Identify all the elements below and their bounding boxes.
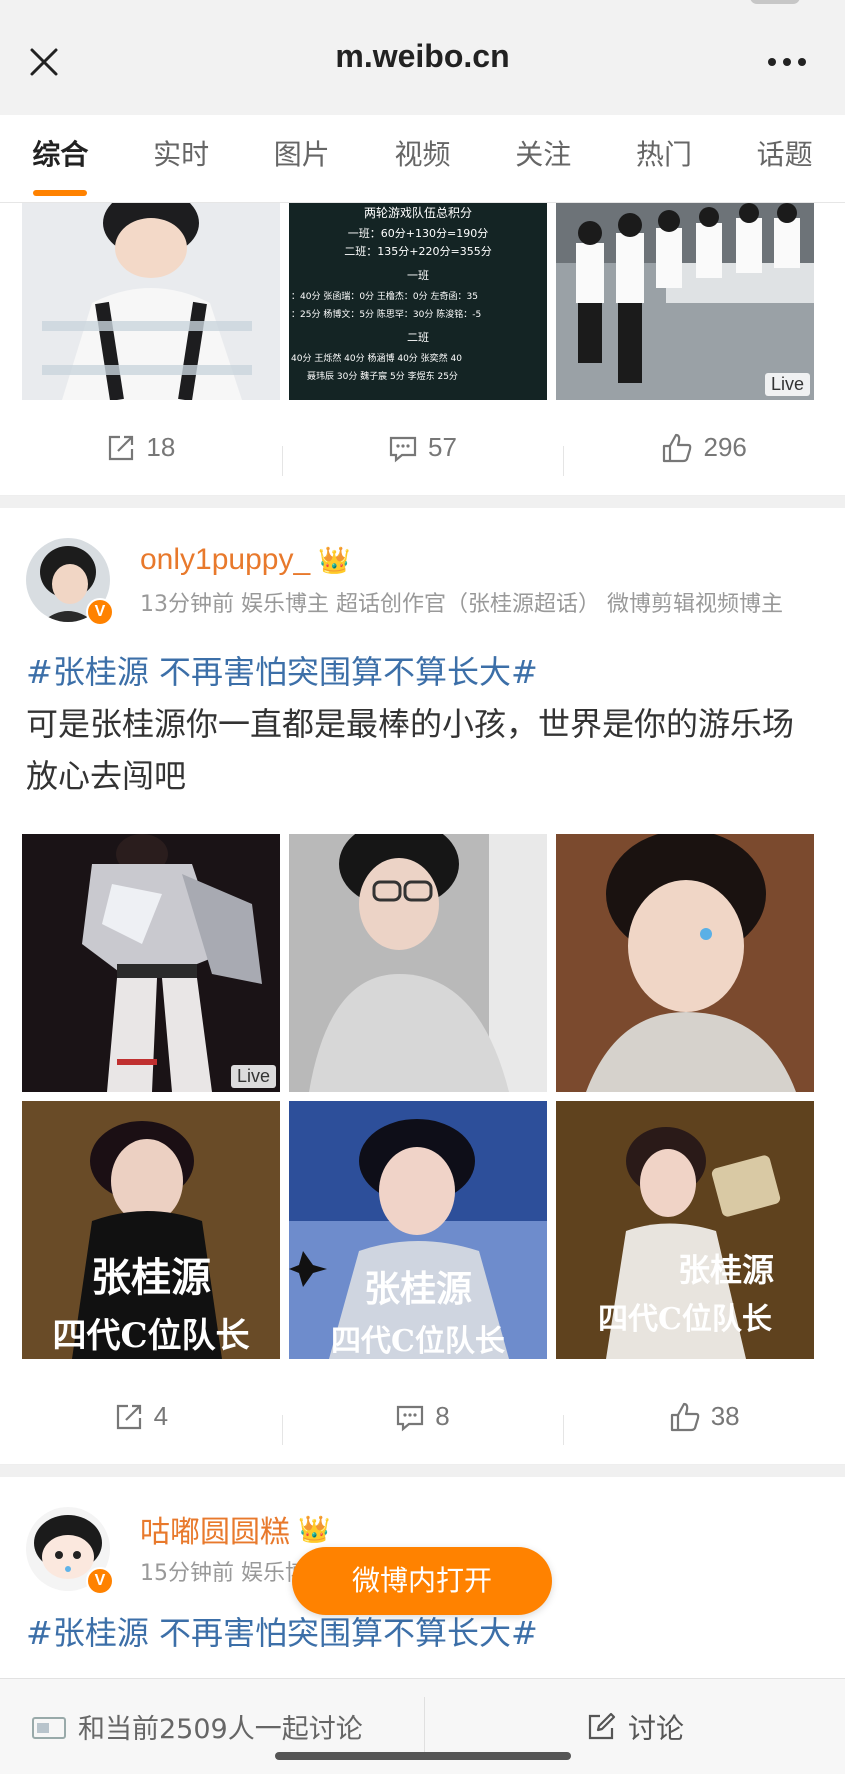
username: only1puppy_ bbox=[140, 543, 311, 576]
poster-title: 张桂源 bbox=[678, 1251, 774, 1289]
post-image-poster[interactable]: 张桂源 四代C位队长 bbox=[22, 1101, 280, 1359]
tab-images[interactable]: 图片 bbox=[241, 115, 362, 202]
poster-title: 张桂源 bbox=[364, 1268, 472, 1310]
username-link[interactable]: 咕嘟圆圆糕 👑 bbox=[140, 1507, 819, 1551]
poster-subtitle: 四代C位队长 bbox=[52, 1316, 249, 1356]
comment-count: 8 bbox=[435, 1401, 450, 1431]
discuss-prompt-text: 和当前2509人一起讨论 bbox=[78, 1714, 363, 1745]
chat-icon bbox=[32, 1716, 66, 1739]
post-image-poster[interactable]: 张桂源 四代C位队长 bbox=[556, 1101, 814, 1359]
score-title: 两轮游戏队伍总积分 bbox=[364, 205, 472, 220]
tab-topics[interactable]: 话题 bbox=[724, 115, 845, 202]
score-row: ：40分 张函瑞：0分 王橹杰：0分 左奇函：35 bbox=[291, 290, 478, 302]
user-info: only1puppy_ 👑 13分钟前 娱乐博主 超话创作官（张桂源超话） 微博… bbox=[140, 538, 819, 638]
comment-icon bbox=[389, 436, 417, 462]
page-url: m.weibo.cn bbox=[335, 38, 510, 74]
score-section: 一班 bbox=[407, 269, 429, 282]
image-row: 两轮游戏队伍总积分 一班：60分+130分=190分 二班：135分+220分=… bbox=[0, 203, 845, 400]
verified-icon: V bbox=[86, 1567, 114, 1595]
thumb-up-icon bbox=[663, 433, 692, 462]
like-count: 296 bbox=[703, 432, 747, 462]
thumb-up-icon bbox=[670, 1402, 700, 1431]
weibo-page: m.weibo.cn 综合 实时 图片 视频 关注 热门 话题 两轮游戏队伍总积… bbox=[0, 0, 845, 1774]
hashtag-link[interactable]: #张桂源 不再害怕突围算不算长大# bbox=[26, 646, 819, 698]
score-row: ：25分 杨博文：5分 陈思罕：30分 陈浚铭：-5 bbox=[291, 308, 481, 320]
post-separator bbox=[0, 496, 845, 508]
poster-title: 张桂源 bbox=[91, 1254, 211, 1301]
avatar[interactable]: V bbox=[26, 1507, 114, 1595]
tab-realtime[interactable]: 实时 bbox=[121, 115, 242, 202]
live-badge: Live bbox=[230, 1065, 276, 1088]
open-in-weibo-button[interactable]: 微博内打开 bbox=[292, 1547, 552, 1615]
post-image-poster[interactable]: 张桂源 四代C位队长 bbox=[289, 1101, 547, 1359]
post-image[interactable] bbox=[22, 203, 280, 400]
score-row: 40分 王烁然 40分 杨涵博 40分 张奕然 40 bbox=[291, 352, 462, 364]
post-body: 可是张桂源你一直都是最棒的小孩，世界是你的游乐场放心去闯吧 bbox=[26, 705, 795, 795]
post-separator bbox=[0, 1465, 845, 1477]
home-indicator bbox=[275, 1752, 571, 1760]
score-row: 聂玮辰 30分 魏子宸 5分 李煜东 25分 bbox=[307, 370, 458, 382]
prev-post: 两轮游戏队伍总积分 一班：60分+130分=190分 二班：135分+220分=… bbox=[0, 203, 845, 496]
like-button[interactable]: 38 bbox=[563, 1401, 845, 1445]
post-text: #张桂源 不再害怕突围算不算长大# 可是张桂源你一直都是最棒的小孩，世界是你的游… bbox=[0, 638, 845, 802]
post-image[interactable] bbox=[556, 834, 814, 1092]
discuss-button-label: 讨论 bbox=[627, 1711, 684, 1745]
tab-following[interactable]: 关注 bbox=[483, 115, 604, 202]
post-image[interactable] bbox=[289, 834, 547, 1092]
search-tabs: 综合 实时 图片 视频 关注 热门 话题 bbox=[0, 115, 845, 203]
poster-subtitle: 四代C位队长 bbox=[331, 1324, 505, 1359]
status-indicator bbox=[750, 0, 800, 4]
like-button[interactable]: 296 bbox=[563, 432, 845, 476]
crown-icon: 👑 bbox=[318, 544, 351, 575]
post-images: Live 张桂源 四代C位队长 张桂源 四代C位队长 张桂源 四代C位队长 bbox=[0, 802, 845, 1359]
tab-comprehensive[interactable]: 综合 bbox=[0, 115, 121, 202]
comment-button[interactable]: 57 bbox=[281, 432, 564, 476]
tab-videos[interactable]: 视频 bbox=[362, 115, 483, 202]
action-bar: 18 57 296 bbox=[0, 400, 845, 496]
comment-count: 57 bbox=[428, 432, 457, 462]
repost-button[interactable]: 18 bbox=[0, 432, 282, 463]
image-row: Live bbox=[0, 834, 845, 1092]
discuss-prompt[interactable]: 和当前2509人一起讨论 bbox=[0, 1696, 425, 1757]
post-image-score-table[interactable]: 两轮游戏队伍总积分 一班：60分+130分=190分 二班：135分+220分=… bbox=[289, 203, 547, 400]
comment-icon bbox=[397, 1405, 424, 1431]
repost-icon bbox=[109, 435, 134, 460]
repost-icon bbox=[116, 1404, 141, 1429]
discuss-button[interactable]: 讨论 bbox=[425, 1707, 845, 1747]
poster-subtitle: 四代C位队长 bbox=[598, 1302, 772, 1337]
score-section: 二班 bbox=[407, 331, 429, 344]
more-icon[interactable] bbox=[757, 38, 817, 86]
username-link[interactable]: only1puppy_ 👑 bbox=[140, 538, 819, 582]
post-header: V only1puppy_ 👑 13分钟前 娱乐博主 超话创作官（张桂源超话） … bbox=[0, 508, 845, 638]
post-card: V only1puppy_ 👑 13分钟前 娱乐博主 超话创作官（张桂源超话） … bbox=[0, 508, 845, 1465]
score-line: 二班：135分+220分=355分 bbox=[344, 245, 491, 258]
edit-icon bbox=[588, 1712, 616, 1739]
username: 咕嘟圆圆糕 bbox=[140, 1516, 290, 1549]
live-badge: Live bbox=[764, 373, 810, 396]
comment-button[interactable]: 8 bbox=[281, 1401, 564, 1445]
feed: 两轮游戏队伍总积分 一班：60分+130分=190分 二班：135分+220分=… bbox=[0, 203, 845, 1659]
action-bar: 4 8 38 bbox=[0, 1369, 845, 1465]
like-count: 38 bbox=[710, 1401, 740, 1431]
repost-count: 4 bbox=[153, 1401, 169, 1431]
repost-count: 18 bbox=[146, 432, 176, 462]
post-meta: 13分钟前 娱乐博主 超话创作官（张桂源超话） 微博剪辑视频博主 bbox=[140, 592, 783, 617]
post-image[interactable]: Live bbox=[556, 203, 814, 400]
verified-icon: V bbox=[86, 598, 114, 626]
score-line: 一班：60分+130分=190分 bbox=[348, 227, 488, 240]
post-image[interactable]: Live bbox=[22, 834, 280, 1092]
image-row: 张桂源 四代C位队长 张桂源 四代C位队长 张桂源 四代C位队长 bbox=[0, 1101, 845, 1359]
avatar[interactable]: V bbox=[26, 538, 114, 626]
browser-header: m.weibo.cn bbox=[0, 0, 845, 115]
repost-button[interactable]: 4 bbox=[0, 1401, 282, 1432]
tab-hot[interactable]: 热门 bbox=[604, 115, 725, 202]
crown-icon: 👑 bbox=[298, 1513, 331, 1544]
